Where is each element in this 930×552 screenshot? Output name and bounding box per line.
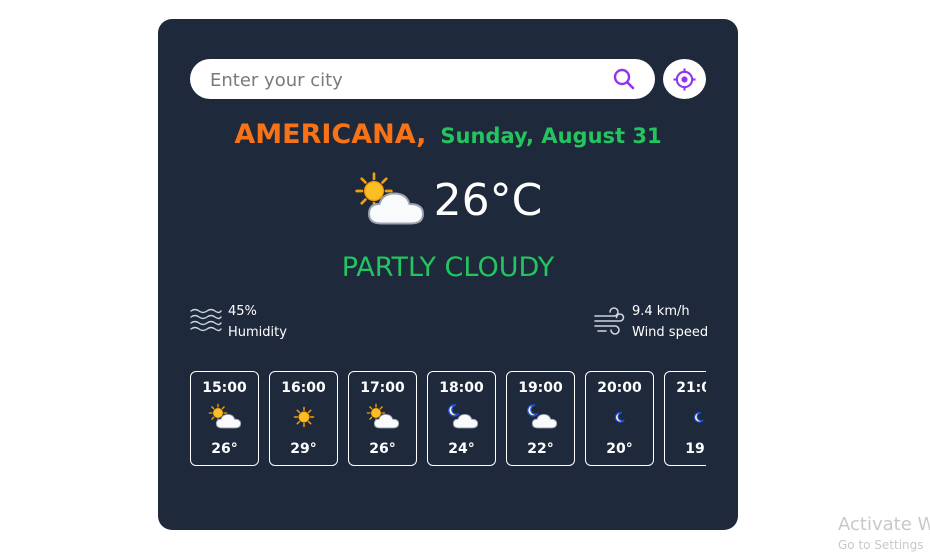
weather-condition: PARTLY CLOUDY xyxy=(341,252,555,283)
hour-temperature: 19° xyxy=(685,441,706,457)
partly-cloudy-night-icon xyxy=(524,403,558,431)
hour-temperature: 20° xyxy=(606,441,633,457)
hourly-forecast[interactable]: 15:00 26° 16:00 29° 17:00 26° 18:00 24° … xyxy=(190,371,706,469)
humidity-waves-icon xyxy=(190,307,222,340)
hourly-forecast-item: 17:00 26° xyxy=(348,371,417,466)
hour-time: 21:00 xyxy=(676,380,706,396)
search-bar xyxy=(190,59,655,101)
location-header: AMERICANA, Sunday, August 31 xyxy=(158,119,738,150)
wind-stat: 9.4 km/h Wind speed xyxy=(594,304,714,346)
current-temperature: 26°C xyxy=(433,174,543,226)
wind-speed-label: Wind speed xyxy=(632,325,709,340)
search-icon[interactable] xyxy=(613,68,635,90)
hour-temperature: 24° xyxy=(448,441,475,457)
hour-time: 18:00 xyxy=(439,380,484,396)
moon-icon xyxy=(603,403,637,431)
wind-icon xyxy=(594,307,626,342)
hourly-forecast-item: 20:00 20° xyxy=(585,371,654,466)
hour-temperature: 29° xyxy=(290,441,317,457)
city-name: AMERICANA, xyxy=(234,119,427,150)
hour-temperature: 22° xyxy=(527,441,554,457)
humidity-label: Humidity xyxy=(228,325,287,340)
hour-time: 20:00 xyxy=(597,380,642,396)
hourly-forecast-item: 16:00 29° xyxy=(269,371,338,466)
hour-temperature: 26° xyxy=(211,441,238,457)
partly-cloudy-day-icon xyxy=(354,171,430,229)
search-input[interactable] xyxy=(208,59,612,101)
hourly-forecast-item: 15:00 26° xyxy=(190,371,259,466)
partly-cloudy-day-icon xyxy=(366,403,400,431)
partly-cloudy-day-icon xyxy=(208,403,242,431)
weather-card: AMERICANA, Sunday, August 31 26°C PARTLY … xyxy=(158,19,738,530)
humidity-value: 45% xyxy=(228,304,257,319)
partly-cloudy-night-icon xyxy=(445,403,479,431)
hour-time: 17:00 xyxy=(360,380,405,396)
hour-temperature: 26° xyxy=(369,441,396,457)
current-date: Sunday, August 31 xyxy=(440,124,662,148)
activate-windows-subtext: Go to Settings xyxy=(838,538,924,552)
current-location-button[interactable] xyxy=(663,59,706,99)
current-weather: 26°C xyxy=(158,171,738,229)
activate-windows-watermark: Activate W xyxy=(838,514,930,535)
hourly-forecast-item: 18:00 24° xyxy=(427,371,496,466)
sun-icon xyxy=(287,403,321,431)
humidity-stat: 45% Humidity xyxy=(190,304,310,346)
hourly-forecast-item: 21:00 19° xyxy=(664,371,706,466)
hour-time: 19:00 xyxy=(518,380,563,396)
hourly-forecast-item: 19:00 22° xyxy=(506,371,575,466)
moon-icon xyxy=(682,403,707,431)
hour-time: 16:00 xyxy=(281,380,326,396)
wind-speed-value: 9.4 km/h xyxy=(632,304,690,319)
crosshair-icon xyxy=(673,68,696,91)
hour-time: 15:00 xyxy=(202,380,247,396)
